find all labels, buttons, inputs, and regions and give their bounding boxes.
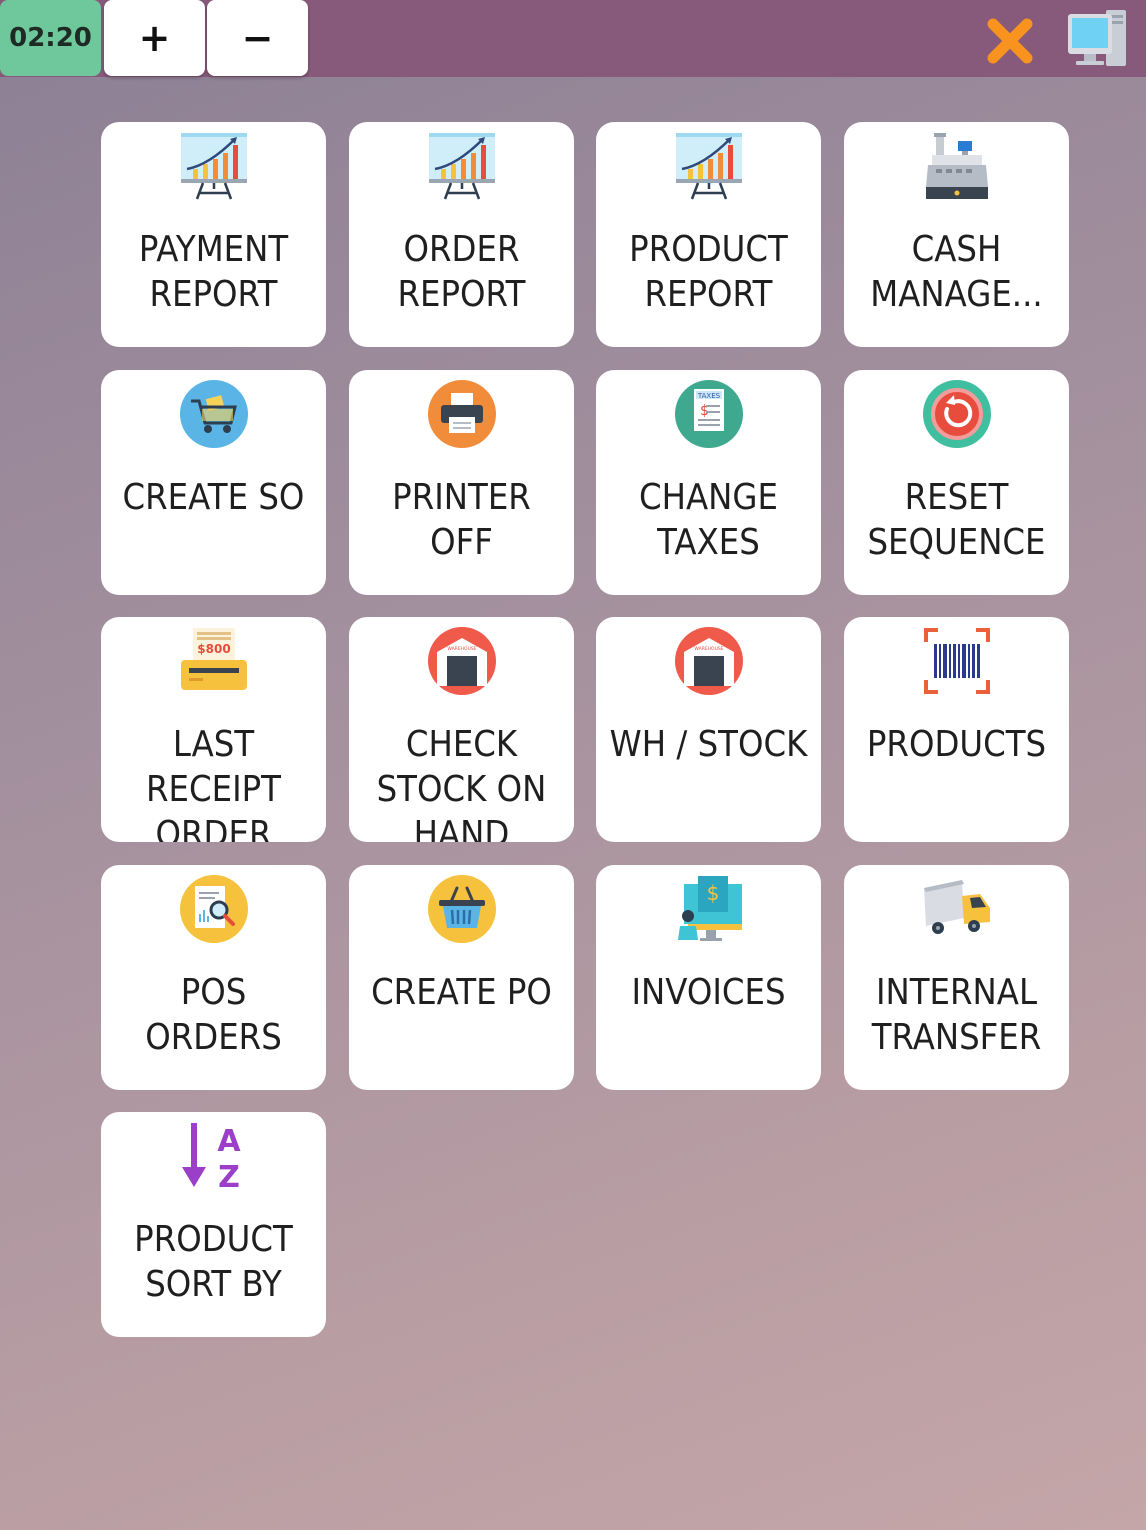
session-clock: 02:20 bbox=[0, 0, 101, 76]
delivery-truck-icon bbox=[922, 874, 992, 944]
shopping-cart-icon bbox=[179, 379, 249, 449]
tile-label: CHANGE TAXES bbox=[639, 477, 778, 563]
tile-label: PRODUCT SORT BY bbox=[134, 1219, 293, 1305]
tile-products[interactable]: PRODUCTS bbox=[844, 617, 1069, 842]
invoice-dollar-icon bbox=[674, 874, 744, 944]
tax-document-icon bbox=[674, 379, 744, 449]
tile-product-report[interactable]: PRODUCT REPORT bbox=[596, 122, 821, 347]
tile-label: CHECK STOCK ON HAND bbox=[376, 724, 547, 842]
tile-order-report[interactable]: ORDER REPORT bbox=[349, 122, 574, 347]
tile-invoices[interactable]: INVOICES bbox=[596, 865, 821, 1090]
warehouse-icon: WAREHOUSE bbox=[428, 627, 496, 695]
warehouse-sign-text: WAREHOUSE bbox=[447, 646, 476, 652]
receipt-amount-text: $800 bbox=[197, 642, 230, 656]
barcode-icon bbox=[922, 626, 992, 696]
tile-reset-sequence[interactable]: RESET SEQUENCE bbox=[844, 370, 1069, 595]
printer-icon bbox=[427, 379, 497, 449]
tile-label: CREATE PO bbox=[371, 972, 552, 1013]
shopping-basket-icon bbox=[427, 874, 497, 944]
tile-label: INTERNAL TRANSFER bbox=[871, 972, 1042, 1058]
document-search-icon bbox=[179, 874, 249, 944]
zoom-in-button[interactable]: + bbox=[104, 0, 205, 76]
tile-label: PAYMENT REPORT bbox=[138, 229, 289, 315]
cash-register-icon bbox=[922, 131, 992, 201]
zoom-out-button[interactable]: − bbox=[207, 0, 308, 76]
close-button[interactable] bbox=[985, 16, 1035, 66]
chart-growth-icon bbox=[674, 131, 744, 201]
tile-product-sort-by[interactable]: PRODUCT SORT BY bbox=[101, 1112, 326, 1337]
tile-label: WH / STOCK bbox=[609, 724, 808, 765]
tile-create-so[interactable]: CREATE SO bbox=[101, 370, 326, 595]
chart-growth-icon bbox=[427, 131, 497, 201]
tile-label: PRODUCTS bbox=[866, 724, 1047, 765]
tile-label: CREATE SO bbox=[122, 477, 305, 518]
tile-label: POS ORDERS bbox=[145, 972, 282, 1058]
tile-check-stock-on-hand[interactable]: WAREHOUSE CHECK STOCK ON HAND bbox=[349, 617, 574, 842]
warehouse-sign-text: WAREHOUSE bbox=[694, 646, 723, 652]
tile-internal-transfer[interactable]: INTERNAL TRANSFER bbox=[844, 865, 1069, 1090]
tile-printer-off[interactable]: PRINTER OFF bbox=[349, 370, 574, 595]
tile-wh-stock[interactable]: WAREHOUSE WH / STOCK bbox=[596, 617, 821, 842]
tile-label: RESET SEQUENCE bbox=[867, 477, 1046, 563]
tile-label: LAST RECEIPT ORDER bbox=[146, 724, 281, 842]
tile-change-taxes[interactable]: CHANGE TAXES bbox=[596, 370, 821, 595]
computer-screen-icon bbox=[1068, 10, 1126, 66]
chart-growth-icon bbox=[179, 131, 249, 201]
tile-cash-management[interactable]: CASH MANAGE... bbox=[844, 122, 1069, 347]
tile-create-po[interactable]: CREATE PO bbox=[349, 865, 574, 1090]
tile-label: PRODUCT REPORT bbox=[629, 229, 788, 315]
close-x-icon bbox=[987, 18, 1033, 64]
tile-label: PRINTER OFF bbox=[392, 477, 531, 563]
tile-label: ORDER REPORT bbox=[397, 229, 526, 315]
tile-pos-orders[interactable]: POS ORDERS bbox=[101, 865, 326, 1090]
tile-label: CASH MANAGE... bbox=[870, 229, 1043, 315]
sort-az-icon bbox=[179, 1121, 249, 1191]
tile-payment-report[interactable]: PAYMENT REPORT bbox=[101, 122, 326, 347]
tile-last-receipt-order[interactable]: $800 LAST RECEIPT ORDER bbox=[101, 617, 326, 842]
tile-label: INVOICES bbox=[631, 972, 786, 1013]
display-toggle-button[interactable] bbox=[1066, 6, 1128, 70]
reset-power-icon bbox=[922, 379, 992, 449]
receipt-printer-icon: $800 bbox=[181, 628, 247, 690]
warehouse-icon: WAREHOUSE bbox=[675, 627, 743, 695]
